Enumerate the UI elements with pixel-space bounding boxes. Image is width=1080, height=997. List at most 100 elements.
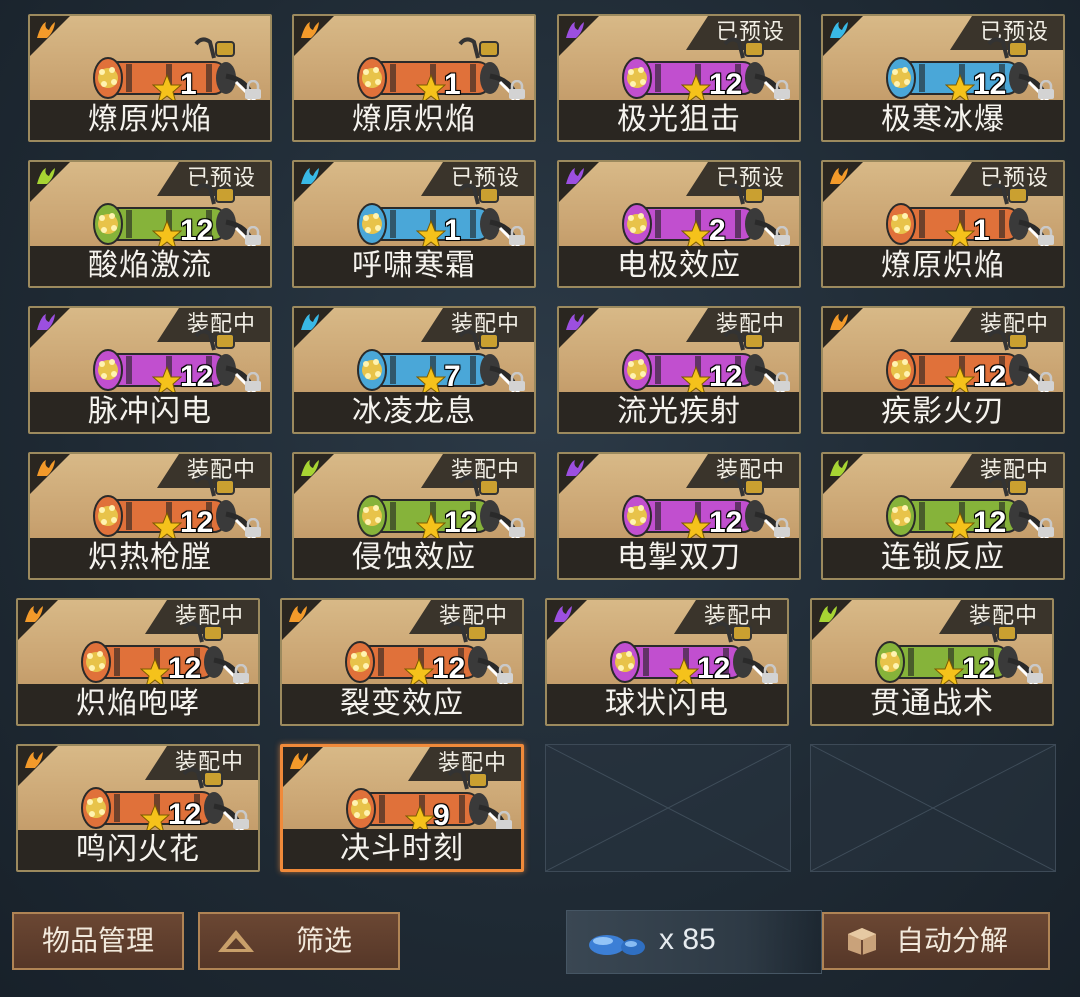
weapon-card[interactable]: 装配中 12 流光疾射 (557, 306, 801, 434)
weapon-name: 鸣闪火花 (18, 830, 258, 870)
weapon-name: 疾影火刃 (823, 392, 1063, 432)
element-icon (554, 606, 572, 622)
lock-icon[interactable] (242, 80, 264, 100)
weapon-card[interactable]: 装配中 12 疾影火刃 (821, 306, 1065, 434)
element-icon (290, 753, 308, 769)
box-icon (848, 928, 876, 955)
element-icon (37, 460, 55, 476)
filter-button[interactable]: 筛选 (198, 912, 400, 970)
auto-dismantle-label: 自动分解 (896, 924, 1009, 957)
weapon-name: 燎原炽焔 (294, 100, 534, 140)
weapon-level: 12 (180, 214, 214, 247)
weapon-card[interactable]: 装配中 12 炽焔咆哮 (16, 598, 260, 726)
lock-icon[interactable] (493, 811, 515, 831)
element-icon (37, 314, 55, 330)
weapon-card[interactable]: 已预设 12 极光狙击 (557, 14, 801, 142)
weapon-card[interactable]: 装配中 12 电掣双刀 (557, 452, 801, 580)
weapon-name: 电掣双刀 (559, 538, 799, 578)
weapon-name: 决斗时刻 (283, 829, 521, 869)
weapon-level: 1 (444, 214, 461, 247)
weapon-card[interactable]: 1 燎原炽焔 (292, 14, 536, 142)
weapon-name: 流光疾射 (559, 392, 799, 432)
weapon-name: 炽热枪膛 (30, 538, 270, 578)
weapon-card[interactable]: 装配中 12 球状闪电 (545, 598, 789, 726)
weapon-name: 炽焔咆哮 (18, 684, 258, 724)
element-icon (301, 22, 319, 38)
weapon-name: 燎原炽焔 (30, 100, 270, 140)
weapon-grid: 1 燎原炽焔 1 燎原炽焔 已预设 12 极光狙击 已预设 12 极寒冰爆 已预… (0, 0, 1080, 900)
element-icon (37, 22, 55, 38)
lock-icon[interactable] (230, 810, 252, 830)
weapon-level: 12 (973, 506, 1007, 539)
weapon-name: 电极效应 (559, 246, 799, 286)
filter-label: 筛选 (296, 924, 353, 957)
weapon-level: 12 (444, 506, 478, 539)
lock-icon[interactable] (242, 226, 264, 246)
weapon-name: 极光狙击 (559, 100, 799, 140)
lock-icon[interactable] (494, 664, 516, 684)
weapon-level: 1 (444, 68, 461, 101)
weapon-card[interactable]: 装配中 12 脉冲闪电 (28, 306, 272, 434)
lock-icon[interactable] (506, 226, 528, 246)
weapon-card[interactable]: 已预设 12 极寒冰爆 (821, 14, 1065, 142)
weapon-name: 贯通战术 (812, 684, 1052, 724)
weapon-card[interactable]: 装配中 12 侵蚀效应 (292, 452, 536, 580)
currency-amount: x 85 (659, 923, 716, 956)
lock-icon[interactable] (1035, 372, 1057, 392)
weapon-level: 12 (180, 506, 214, 539)
weapon-card[interactable]: 装配中 12 贯通战术 (810, 598, 1054, 726)
empty-slot (545, 744, 791, 872)
lock-icon[interactable] (242, 372, 264, 392)
weapon-card[interactable]: 已预设 1 燎原炽焔 (821, 160, 1065, 288)
element-icon (301, 168, 319, 184)
lock-icon[interactable] (242, 518, 264, 538)
lock-icon[interactable] (1024, 664, 1046, 684)
lock-icon[interactable] (230, 664, 252, 684)
lock-icon[interactable] (1035, 518, 1057, 538)
lock-icon[interactable] (759, 664, 781, 684)
element-icon (830, 460, 848, 476)
weapon-name: 酸焔激流 (30, 246, 270, 286)
lock-icon[interactable] (506, 80, 528, 100)
auto-dismantle-button[interactable]: 自动分解 (822, 912, 1050, 970)
lock-icon[interactable] (1035, 226, 1057, 246)
lock-icon[interactable] (1035, 80, 1057, 100)
chevron-up-icon (218, 930, 254, 952)
lock-icon[interactable] (771, 226, 793, 246)
lock-icon[interactable] (771, 518, 793, 538)
weapon-name: 极寒冰爆 (823, 100, 1063, 140)
weapon-level: 7 (444, 360, 461, 393)
item-management-button[interactable]: 物品管理 (12, 912, 184, 970)
weapon-card[interactable]: 装配中 12 连锁反应 (821, 452, 1065, 580)
weapon-level: 12 (168, 798, 202, 831)
weapon-card[interactable]: 装配中 12 裂变效应 (280, 598, 524, 726)
lock-icon[interactable] (506, 372, 528, 392)
weapon-name: 燎原炽焔 (823, 246, 1063, 286)
element-icon (830, 168, 848, 184)
weapon-level: 1 (973, 214, 990, 247)
weapon-name: 连锁反应 (823, 538, 1063, 578)
element-icon (566, 314, 584, 330)
weapon-card[interactable]: 已预设 1 呼啸寒霜 (292, 160, 536, 288)
weapon-card[interactable]: 装配中 7 冰凌龙息 (292, 306, 536, 434)
lock-icon[interactable] (771, 80, 793, 100)
element-icon (566, 168, 584, 184)
weapon-card[interactable]: 已预设 12 酸焔激流 (28, 160, 272, 288)
weapon-level: 9 (433, 799, 450, 832)
lock-icon[interactable] (506, 518, 528, 538)
weapon-level: 12 (180, 360, 214, 393)
weapon-level: 2 (709, 214, 726, 247)
weapon-card[interactable]: 装配中 9 决斗时刻 (280, 744, 524, 872)
lock-icon[interactable] (771, 372, 793, 392)
element-icon (830, 314, 848, 330)
weapon-card[interactable]: 装配中 12 鸣闪火花 (16, 744, 260, 872)
weapon-card[interactable]: 装配中 12 炽热枪膛 (28, 452, 272, 580)
weapon-level: 12 (709, 506, 743, 539)
element-icon (301, 460, 319, 476)
element-icon (566, 22, 584, 38)
weapon-level: 12 (709, 68, 743, 101)
weapon-name: 冰凌龙息 (294, 392, 534, 432)
weapon-card[interactable]: 1 燎原炽焔 (28, 14, 272, 142)
weapon-name: 裂变效应 (282, 684, 522, 724)
weapon-card[interactable]: 已预设 2 电极效应 (557, 160, 801, 288)
